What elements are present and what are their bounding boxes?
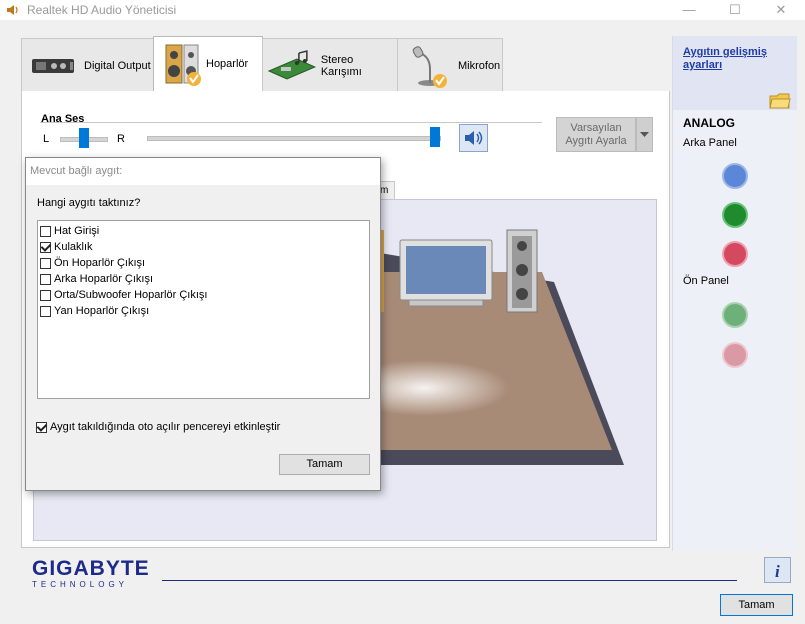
- balance-right-label: R: [117, 133, 125, 145]
- balance-slider-thumb[interactable]: [79, 128, 89, 148]
- headphone-label: Kulaklık: [54, 241, 93, 253]
- footer-divider: [162, 580, 737, 581]
- stereo-mix-icon: [267, 49, 317, 79]
- volume-slider-thumb[interactable]: [430, 127, 440, 147]
- balance-left-label: L: [43, 133, 50, 145]
- device-question: Hangi aygıtı taktınız?: [37, 197, 141, 209]
- tab-microphone[interactable]: Mikrofon: [397, 38, 503, 92]
- volume-divider: [40, 122, 542, 123]
- set-default-device-button[interactable]: Varsayılan Aygıtı Ayarla: [556, 117, 636, 152]
- side-speaker-out-label: Yan Hoparlör Çıkışı: [54, 305, 150, 317]
- window-title: Realtek HD Audio Yöneticisi: [27, 3, 177, 17]
- auto-popup-label: Aygıt takıldığında oto açılır pencereyi …: [50, 421, 281, 433]
- chevron-down-icon: [640, 132, 649, 137]
- back-jack-green[interactable]: [722, 202, 748, 228]
- back-jack-pink[interactable]: [722, 241, 748, 267]
- mute-button[interactable]: [459, 124, 488, 152]
- digital-output-icon: [32, 58, 74, 73]
- list-item[interactable]: Arka Hoparlör Çıkışı: [40, 271, 153, 287]
- connected-device-dialog: Mevcut bağlı aygıt: Hangi aygıtı taktını…: [25, 157, 381, 491]
- auto-popup-checkbox[interactable]: [36, 421, 47, 433]
- tab-label: Stereo Karışımı: [320, 53, 362, 78]
- analog-heading: ANALOG: [683, 116, 735, 130]
- center-subwoofer-out-checkbox[interactable]: [40, 289, 51, 301]
- maximize-button[interactable]: ☐: [712, 0, 758, 20]
- tab-stereo-mix[interactable]: Stereo Karışımı: [262, 38, 398, 92]
- info-icon: i: [775, 562, 780, 581]
- list-item[interactable]: Hat Girişi: [40, 223, 99, 239]
- tab-speaker[interactable]: Hoparlör: [153, 36, 263, 91]
- headphone-checkbox[interactable]: [40, 241, 51, 253]
- connector-panel: Aygıtın gelişmiş ayarları ANALOG Arka Pa…: [672, 36, 797, 551]
- front-panel-label: Ön Panel: [683, 275, 729, 287]
- tab-digital-output[interactable]: Digital Output: [21, 38, 154, 92]
- speaker-app-icon: [7, 5, 18, 15]
- front-jack-green[interactable]: [722, 302, 748, 328]
- ok-button[interactable]: Tamam: [720, 594, 793, 616]
- speaker-icon: [165, 44, 201, 86]
- front-speaker-out-checkbox[interactable]: [40, 257, 51, 269]
- volume-slider-track[interactable]: [147, 136, 441, 141]
- brand-subtitle: TECHNOLOGY: [32, 580, 129, 589]
- center-subwoofer-out-label: Orta/Subwoofer Hoparlör Çıkışı: [54, 289, 208, 301]
- default-device-line2: Aygıtı Ayarla: [565, 135, 627, 147]
- minimize-button[interactable]: —: [666, 0, 712, 20]
- rear-speaker-out-label: Arka Hoparlör Çıkışı: [54, 273, 154, 285]
- speaker-volume-icon: [465, 131, 483, 145]
- brand-name: GIGABYTE: [32, 557, 150, 580]
- default-device-dropdown[interactable]: [636, 117, 653, 152]
- list-item[interactable]: Orta/Subwoofer Hoparlör Çıkışı: [40, 287, 207, 303]
- list-item[interactable]: Kulaklık: [40, 239, 93, 255]
- title-bar: Realtek HD Audio Yöneticisi — ☐ ✕: [0, 0, 805, 20]
- advanced-settings-area: Aygıtın gelişmiş ayarları: [673, 36, 797, 110]
- info-button[interactable]: i: [764, 557, 791, 583]
- list-item[interactable]: Ön Hoparlör Çıkışı: [40, 255, 145, 271]
- tab-label: Digital Output: [84, 59, 151, 72]
- front-jack-pink[interactable]: [722, 342, 748, 368]
- folder-icon[interactable]: [769, 92, 791, 110]
- tab-label: Mikrofon: [458, 59, 501, 72]
- front-speaker-out-label: Ön Hoparlör Çıkışı: [54, 257, 146, 269]
- line-in-checkbox[interactable]: [40, 225, 51, 237]
- main-volume-title: Ana Ses: [41, 113, 85, 125]
- line-in-label: Hat Girişi: [54, 225, 100, 237]
- gigabyte-logo: GIGABYTE TECHNOLOGY: [32, 557, 150, 590]
- device-tabs: Digital Output Hoparlör Stereo Karışımı …: [21, 36, 669, 92]
- close-button[interactable]: ✕: [758, 0, 804, 20]
- dialog-ok-button[interactable]: Tamam: [279, 454, 370, 475]
- device-options-list: Hat Girişi Kulaklık Ön Hoparlör Çıkışı A…: [37, 220, 370, 399]
- back-panel-label: Arka Panel: [683, 137, 737, 149]
- back-jack-blue[interactable]: [722, 163, 748, 189]
- svg-text:i: i: [775, 562, 780, 581]
- microphone-icon: [412, 45, 447, 88]
- side-speaker-out-checkbox[interactable]: [40, 305, 51, 317]
- advanced-device-settings-link[interactable]: Aygıtın gelişmiş ayarları: [683, 46, 791, 72]
- list-item[interactable]: Yan Hoparlör Çıkışı: [40, 303, 149, 319]
- default-device-line1: Varsayılan: [570, 122, 622, 134]
- auto-popup-option[interactable]: Aygıt takıldığında oto açılır pencereyi …: [36, 421, 280, 433]
- rear-speaker-out-checkbox[interactable]: [40, 273, 51, 285]
- dialog-title: Mevcut bağlı aygıt:: [26, 158, 380, 185]
- tab-label: Hoparlör: [206, 58, 249, 70]
